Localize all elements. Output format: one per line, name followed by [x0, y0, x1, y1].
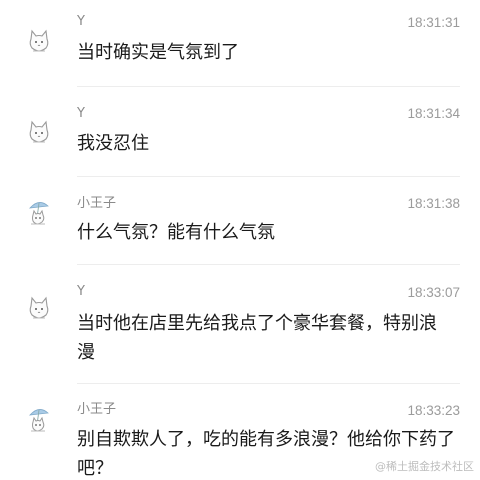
divider [77, 176, 460, 177]
message-time: 18:33:23 [407, 403, 460, 418]
cat-avatar-icon[interactable] [24, 117, 54, 147]
umbrella-cat-avatar-icon[interactable] [24, 405, 54, 435]
message-text: 我没忍住 [77, 133, 149, 154]
sender-name: Y [77, 14, 85, 29]
divider [77, 86, 460, 87]
sender-name: 小王子 [77, 402, 117, 417]
sender-name: Y [77, 106, 85, 121]
sender-name: 小王子 [77, 196, 117, 211]
divider [77, 383, 460, 384]
message-time: 18:31:34 [407, 106, 460, 121]
message-time: 18:33:07 [407, 285, 460, 300]
message-text: 当时他在店里先给我点了个豪华套餐，特别浪漫 [77, 313, 437, 363]
message-text: 当时确实是气氛到了 [77, 42, 239, 63]
message-time: 18:31:38 [407, 196, 460, 211]
cat-avatar-icon[interactable] [24, 26, 54, 56]
watermark: @稀土掘金技术社区 [375, 460, 474, 473]
cat-avatar-icon[interactable] [24, 293, 54, 323]
chat-history: Y 18:31:31 当时确实是气氛到了 Y 18:31:34 我没忍住 小王子… [0, 0, 480, 480]
divider [77, 264, 460, 265]
sender-name: Y [77, 284, 85, 299]
message-text: 什么气氛？能有什么气氛 [77, 222, 275, 243]
message-time: 18:31:31 [407, 15, 460, 30]
umbrella-cat-avatar-icon[interactable] [24, 198, 54, 228]
